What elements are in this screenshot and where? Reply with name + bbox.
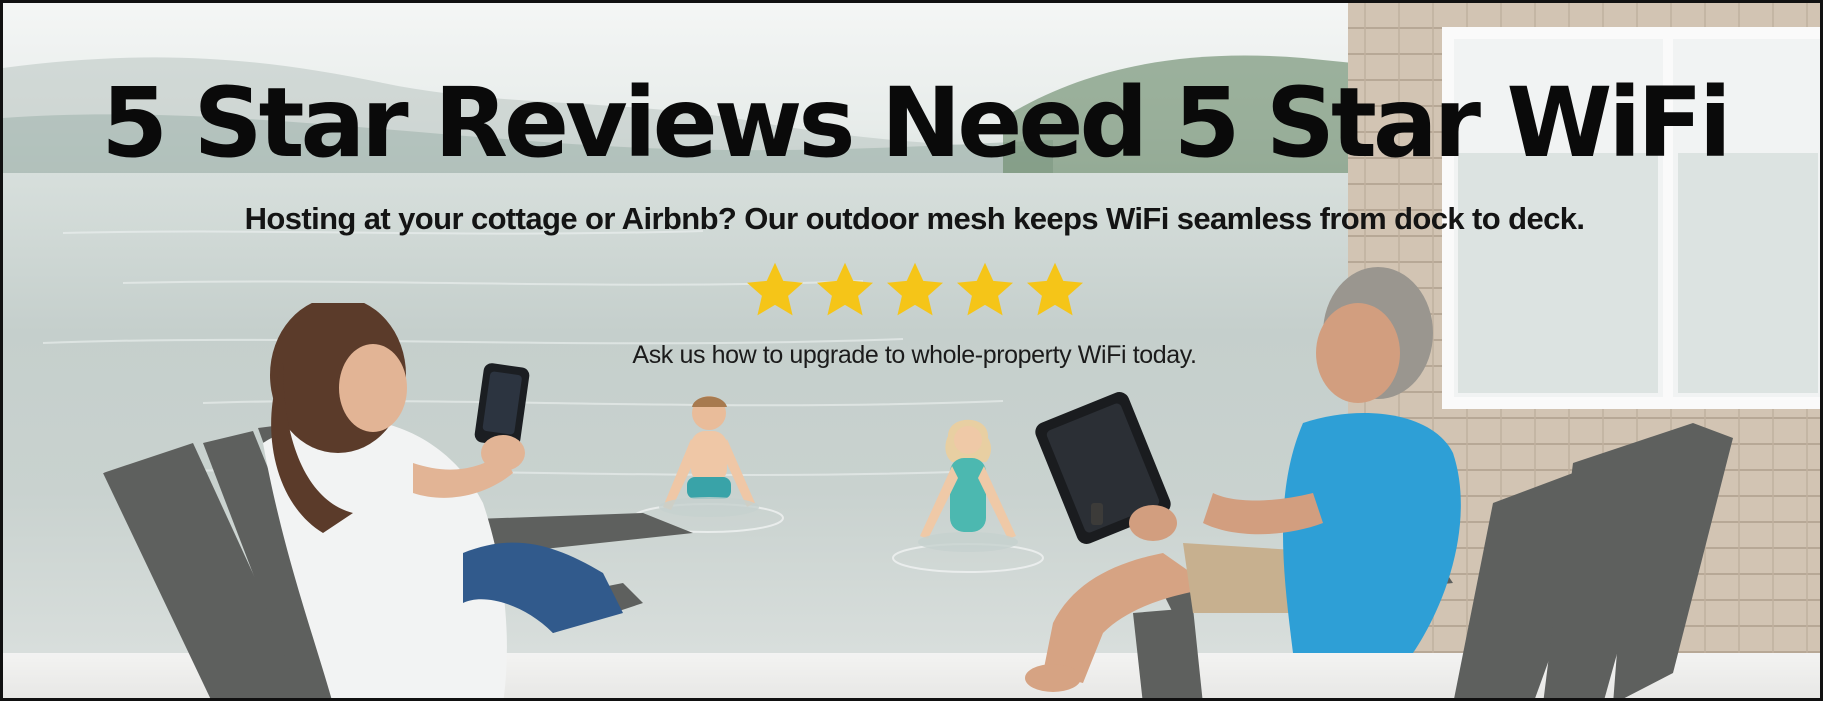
call-to-action: Ask us how to upgrade to whole-property … xyxy=(632,341,1197,369)
promo-banner: 5 Star Reviews Need 5 Star WiFi Hosting … xyxy=(0,0,1823,701)
star-icon xyxy=(817,262,873,316)
child-right xyxy=(908,418,1028,588)
headline: 5 Star Reviews Need 5 Star WiFi xyxy=(101,67,1731,179)
star-icon xyxy=(957,262,1013,316)
banner-copy: 5 Star Reviews Need 5 Star WiFi Hosting … xyxy=(3,3,1820,403)
subheadline: Hosting at your cottage or Airbnb? Our o… xyxy=(244,201,1585,236)
star-icon xyxy=(887,262,943,316)
five-star-rating xyxy=(743,258,1086,322)
star-icon xyxy=(1027,262,1083,316)
star-icon xyxy=(747,262,803,316)
